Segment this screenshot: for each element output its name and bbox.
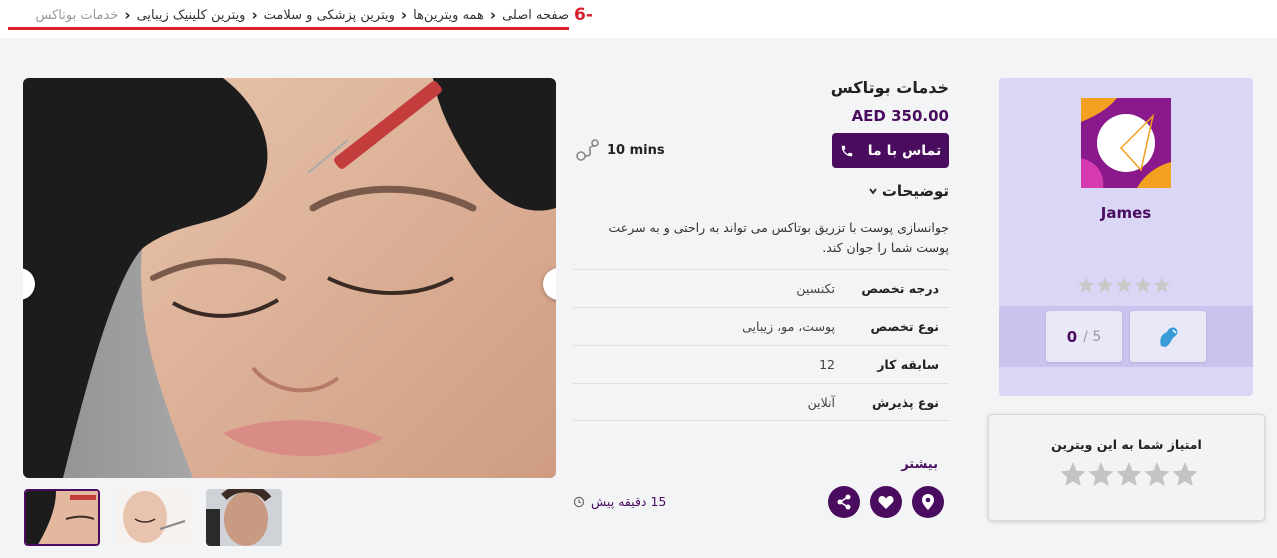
badge-box[interactable] (1130, 311, 1206, 362)
thumbnail-3[interactable] (206, 489, 282, 546)
description-toggle[interactable]: توضیحات (868, 182, 949, 200)
service-price: AED 350.00 (851, 107, 949, 125)
contact-button-label: تماس با ما (867, 142, 942, 159)
vendor-name[interactable]: James (999, 204, 1253, 222)
detail-row: سابقه کار 12 (573, 345, 949, 383)
service-main-image (23, 78, 556, 478)
breadcrumb-current: خدمات بوتاکس (35, 7, 119, 23)
location-button[interactable] (912, 486, 944, 518)
rating-score: 0 (1066, 327, 1078, 346)
chevron-left-icon: ‹ (251, 5, 258, 24)
tooth-icon (1160, 327, 1178, 347)
vendor-rating-stars (1077, 276, 1173, 294)
clock-history-icon (573, 496, 585, 507)
breadcrumb-all-showcases[interactable]: همه ویترین‌ها (413, 8, 484, 23)
annotation-marker: 6- (574, 5, 593, 25)
rating-max: / 5 (1083, 328, 1102, 345)
share-icon (837, 494, 851, 510)
favorite-button[interactable] (870, 486, 902, 518)
chevron-down-icon (869, 188, 877, 195)
thumbnail-2[interactable] (115, 489, 191, 546)
detail-row: نوع تخصص پوست، مو، زیبایی (573, 307, 949, 345)
vendor-stats-band: 0 / 5 (999, 306, 1253, 367)
service-description: جوانسازی پوست با تزریق بوتاکس می تواند ب… (608, 220, 949, 255)
more-link[interactable]: بیشتر (901, 457, 938, 472)
vendor-logo[interactable] (1081, 98, 1171, 188)
detail-value: تکنسین (796, 281, 835, 296)
breadcrumb: صفحه اصلی ‹ همه ویترین‌ها ‹ ویترین پزشکی… (8, 2, 569, 28)
chevron-right-icon (553, 278, 556, 290)
duration-label: 10 mins (607, 142, 665, 158)
star-icon (1078, 277, 1170, 293)
route-icon (576, 139, 599, 161)
detail-label: سابقه کار (877, 357, 939, 372)
heart-icon (878, 496, 894, 509)
service-duration: 10 mins (575, 138, 665, 162)
your-rating-label: امتیاز شما به این ویترین (1051, 437, 1202, 452)
share-button[interactable] (828, 486, 860, 518)
detail-label: نوع تخصص (870, 319, 940, 334)
location-pin-icon (922, 494, 934, 510)
detail-row: نوع پذیرش آنلاین (573, 383, 949, 421)
breadcrumb-beauty-clinic[interactable]: ویترین کلینیک زیبایی (137, 8, 246, 23)
rating-score-box: 0 / 5 (1046, 311, 1122, 362)
thumbnail-1[interactable] (24, 489, 100, 546)
breadcrumb-medical[interactable]: ویترین پزشکی و سلامت (264, 8, 395, 23)
vendor-card: James 0 / 5 (999, 78, 1253, 396)
detail-label: درجه تخصص (861, 281, 939, 296)
details-table: درجه تخصص تکنسین نوع تخصص پوست، مو، زیبایی… (573, 269, 949, 421)
detail-value: 12 (819, 357, 835, 372)
your-rating-stars[interactable] (1059, 461, 1199, 489)
posted-time: 15 دقیقه پیش (573, 494, 666, 509)
service-title: خدمات بوتاکس (830, 78, 949, 97)
star-icon (1060, 462, 1198, 486)
breadcrumb-underline (8, 27, 569, 30)
posted-label: 15 دقیقه پیش (591, 494, 667, 509)
chevron-left-icon: ‹ (489, 5, 497, 24)
detail-label: نوع پذیرش (871, 394, 939, 410)
detail-row: درجه تخصص تکنسین (573, 269, 949, 307)
your-rating-box: امتیاز شما به این ویترین (988, 414, 1265, 521)
chevron-left-icon (23, 278, 25, 290)
detail-value: پوست، مو، زیبایی (742, 319, 835, 334)
detail-value: آنلاین (807, 394, 835, 410)
chevron-left-icon: ‹ (124, 5, 131, 24)
phone-icon (841, 145, 853, 156)
chevron-left-icon: ‹ (400, 5, 408, 24)
description-heading: توضیحات (881, 182, 949, 200)
breadcrumb-home[interactable]: صفحه اصلی (502, 8, 569, 23)
contact-button[interactable]: تماس با ما (832, 133, 949, 168)
